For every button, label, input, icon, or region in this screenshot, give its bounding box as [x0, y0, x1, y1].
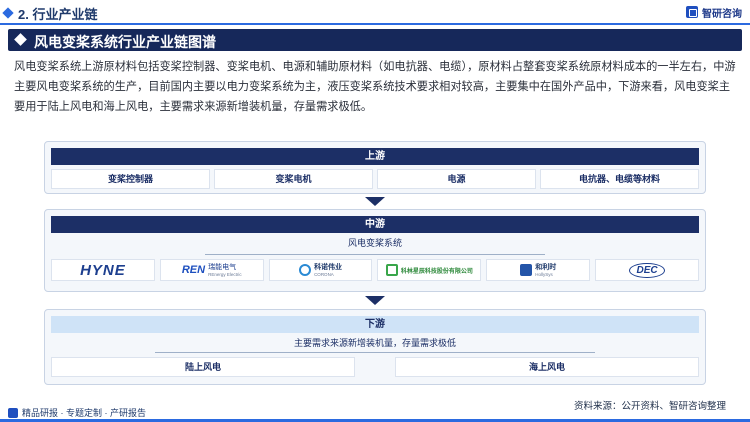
kelin-logo: 科林星辰科技股份有限公司 — [377, 259, 482, 281]
ren-cn: 瑞能电气 — [208, 263, 237, 271]
upstream-item: 变桨控制器 — [51, 169, 210, 189]
corona-icon — [299, 264, 312, 276]
page-title: 风电变桨系统行业产业链图谱 — [34, 34, 216, 50]
brand-logo-icon — [8, 407, 18, 418]
downstream-item: 陆上风电 — [51, 357, 355, 377]
company-logos: HYNE REN 瑞能电气 REnergy Electric 科诺伟业 CORO… — [51, 259, 699, 281]
upstream-items: 变桨控制器 变桨电机 电源 电抗器、电缆等材料 — [51, 169, 699, 189]
ren-logo: REN 瑞能电气 REnergy Electric — [159, 259, 264, 281]
flow-arrow-icon — [365, 296, 385, 305]
downstream-items: 陆上风电 海上风电 — [51, 357, 699, 377]
upstream-panel: 上游 变桨控制器 变桨电机 电源 电抗器、电缆等材料 — [44, 141, 706, 194]
divider — [205, 254, 545, 255]
kelin-icon — [385, 264, 398, 276]
hollysys-cn: 和利时 — [535, 263, 557, 271]
description-text: 风电变桨系统上游原材料包括变桨控制器、变桨电机、电源和辅助原材料（如电抗器、电缆… — [14, 61, 736, 113]
diamond-icon — [14, 33, 27, 46]
hyne-wordmark: HYNE — [80, 261, 126, 279]
hollysys-icon — [520, 264, 533, 276]
corona-cn: 科诺伟业 — [314, 263, 343, 271]
hyne-logo: HYNE — [51, 259, 155, 281]
section-title: 2. 行业产业链 — [18, 7, 98, 22]
midstream-title: 中游 — [51, 216, 699, 233]
ren-wordmark: REN — [181, 264, 206, 276]
top-divider — [0, 23, 750, 25]
upstream-item: 变桨电机 — [214, 169, 373, 189]
corona-en: CORONA — [314, 271, 334, 277]
ren-en: REnergy Electric — [208, 271, 242, 277]
upstream-title: 上游 — [51, 148, 699, 165]
source-note: 资料来源：公开资料、智研咨询整理 — [573, 401, 726, 412]
downstream-item: 海上风电 — [395, 357, 699, 377]
midstream-panel: 中游 风电变桨系统 HYNE REN 瑞能电气 REnergy Electric… — [44, 209, 706, 292]
downstream-subtitle: 主要需求来源新增装机量，存量需求极低 — [293, 338, 456, 348]
brand-name: 智研咨询 — [702, 8, 742, 20]
dec-logo: DEC — [595, 259, 699, 281]
footer-text: 精品研报 · 专题定制 · 产研报告 — [22, 408, 146, 418]
dec-wordmark: DEC — [629, 262, 665, 278]
downstream-panel: 下游 主要需求来源新增装机量，存量需求极低 陆上风电 海上风电 — [44, 309, 706, 385]
divider — [155, 352, 595, 353]
midstream-subtitle: 风电变桨系统 — [347, 238, 402, 248]
upstream-item: 电抗器、电缆等材料 — [540, 169, 699, 189]
flow-arrow-icon — [365, 197, 385, 206]
diamond-icon — [2, 7, 14, 19]
kelin-name: 科林星辰科技股份有限公司 — [400, 268, 473, 275]
corona-logo: 科诺伟业 CORONA — [268, 259, 373, 281]
hollysys-text: 和利时 HollySys — [535, 264, 556, 277]
downstream-title: 下游 — [51, 316, 699, 333]
brand-logo-icon — [686, 6, 698, 18]
brand[interactable]: 智研咨询 — [686, 4, 742, 20]
upstream-item: 电源 — [377, 169, 536, 189]
ren-text: 瑞能电气 REnergy Electric — [208, 264, 242, 277]
top-bar: 2. 行业产业链 智研咨询 — [0, 0, 750, 26]
corona-text: 科诺伟业 CORONA — [314, 264, 342, 277]
hollysys-logo: 和利时 HollySys — [486, 259, 591, 281]
hollysys-en: HollySys — [535, 271, 553, 277]
footer-tagline: 精品研报 · 专题定制 · 产研报告 — [8, 406, 146, 419]
title-banner: 风电变桨系统行业产业链图谱 — [8, 29, 742, 51]
